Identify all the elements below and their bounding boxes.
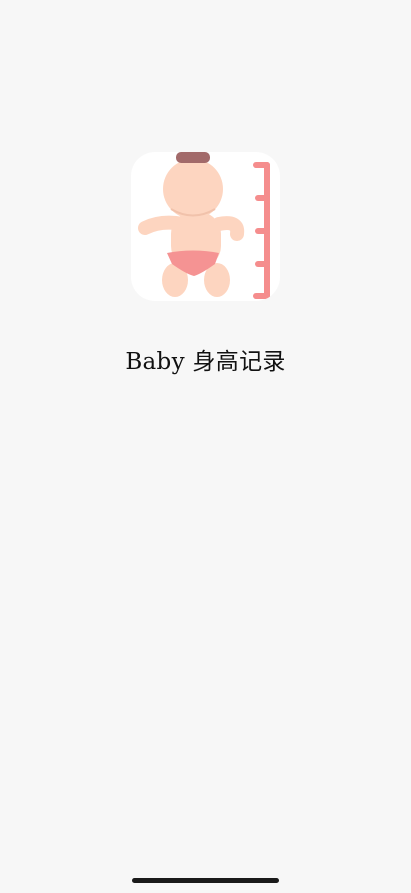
app-title: Baby 身高记录 bbox=[125, 349, 286, 375]
splash-screen: Baby 身高记录 bbox=[0, 0, 411, 893]
ruler-icon bbox=[253, 162, 270, 299]
home-indicator[interactable] bbox=[132, 878, 279, 883]
baby-height-ruler-icon bbox=[131, 152, 280, 301]
baby-icon bbox=[138, 152, 245, 297]
